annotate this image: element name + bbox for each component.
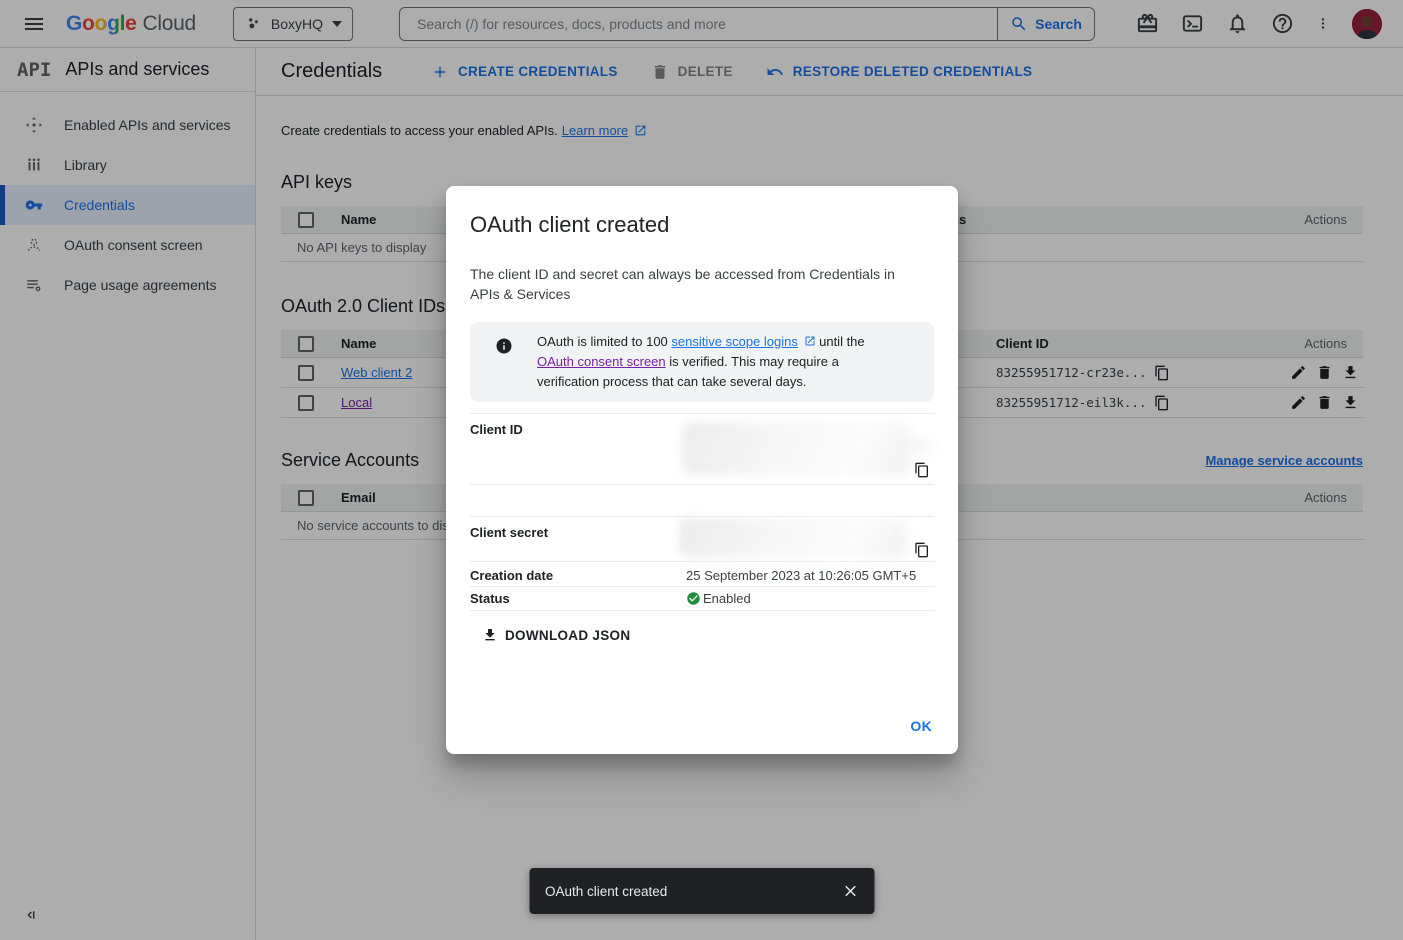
info-icon xyxy=(495,337,513,355)
oauth-consent-screen-link[interactable]: OAuth consent screen xyxy=(537,354,666,369)
sensitive-scope-logins-link[interactable]: sensitive scope logins xyxy=(671,334,797,349)
copy-icon[interactable] xyxy=(914,462,930,478)
dialog-notice: OAuth is limited to 100 sensitive scope … xyxy=(470,322,934,402)
redacted-blur xyxy=(907,438,937,456)
status-value: Enabled xyxy=(686,587,934,606)
client-secret-label: Client secret xyxy=(470,517,686,540)
download-json-label: DOWNLOAD JSON xyxy=(505,628,630,643)
client-secret-value-redacted xyxy=(686,517,934,525)
status-text: Enabled xyxy=(703,591,751,606)
creation-date-label: Creation date xyxy=(470,562,686,583)
creation-date-value: 25 September 2023 at 10:26:05 GMT+5 xyxy=(686,562,934,583)
ok-button[interactable]: OK xyxy=(910,718,932,734)
oauth-client-created-dialog: OAuth client created The client ID and s… xyxy=(446,186,958,754)
download-icon xyxy=(482,627,498,643)
toast-message: OAuth client created xyxy=(545,884,832,899)
toast-close-button[interactable] xyxy=(832,873,868,909)
dialog-notice-text: OAuth is limited to 100 sensitive scope … xyxy=(537,332,889,392)
toast-snackbar: OAuth client created xyxy=(529,868,874,914)
notice-mid: until the xyxy=(816,334,865,349)
client-id-label: Client ID xyxy=(470,414,686,437)
app-root: Google Cloud BoxyHQ Search xyxy=(0,0,1403,940)
client-id-row: Client ID xyxy=(470,414,934,485)
redacted-blur xyxy=(679,518,907,558)
status-row: Status Enabled xyxy=(470,587,934,611)
check-circle-icon xyxy=(686,591,701,606)
status-label: Status xyxy=(470,587,686,606)
close-icon xyxy=(841,882,859,900)
dialog-title: OAuth client created xyxy=(470,212,934,238)
dialog-detail-rows: Client ID Client secret xyxy=(470,413,934,611)
dialog-subtitle: The client ID and secret can always be a… xyxy=(470,264,920,304)
spacer-row xyxy=(470,485,934,517)
external-link-icon xyxy=(804,335,816,347)
client-id-value-redacted xyxy=(686,414,934,422)
redacted-blur xyxy=(682,422,910,476)
download-json-button[interactable]: DOWNLOAD JSON xyxy=(482,627,630,643)
copy-icon[interactable] xyxy=(914,542,930,558)
client-secret-row: Client secret xyxy=(470,517,934,562)
creation-date-row: Creation date 25 September 2023 at 10:26… xyxy=(470,562,934,587)
notice-pre: OAuth is limited to 100 xyxy=(537,334,671,349)
